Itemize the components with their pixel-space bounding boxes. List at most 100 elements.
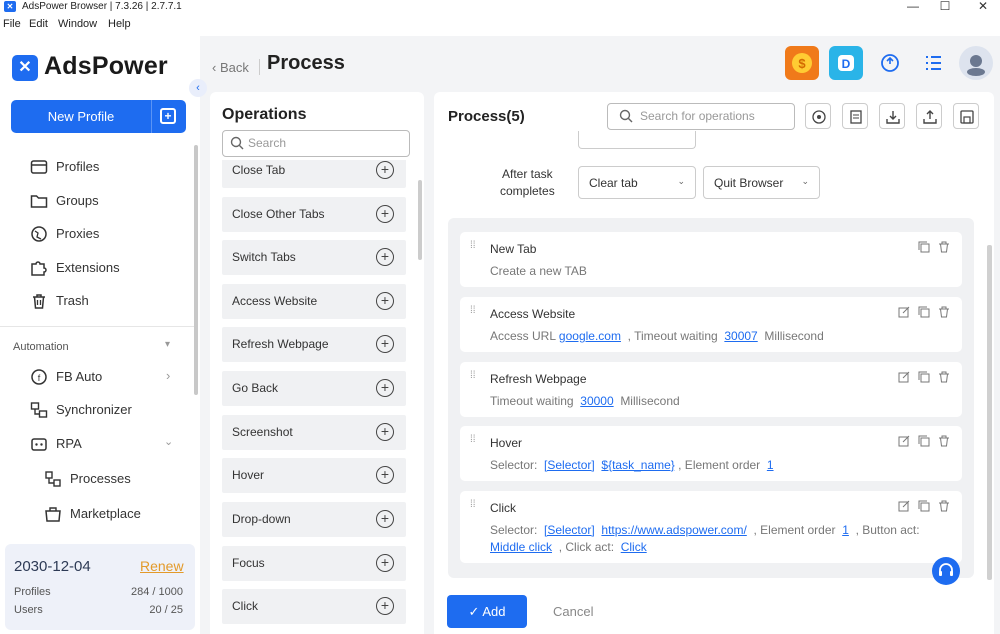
maximize-button[interactable]: ☐: [930, 0, 960, 14]
process-step[interactable]: ⁞⁞ Access Website Access URL google.com …: [460, 297, 962, 352]
process-step[interactable]: ⁞⁞ Click Selector: [Selector] https://ww…: [460, 491, 962, 563]
close-button[interactable]: ✕: [968, 0, 998, 14]
notes-icon[interactable]: [842, 103, 868, 129]
copy-icon[interactable]: [918, 500, 930, 512]
button-act-link[interactable]: Middle click: [490, 540, 552, 554]
element-order-link[interactable]: 1: [767, 458, 774, 472]
click-act-link[interactable]: Click: [621, 540, 647, 554]
drag-handle-icon[interactable]: ⁞⁞: [470, 306, 478, 321]
list-icon[interactable]: [916, 46, 950, 80]
operation-item[interactable]: Switch Tabs +: [222, 240, 406, 275]
delete-icon[interactable]: [938, 500, 950, 512]
add-operation-icon[interactable]: +: [376, 423, 394, 441]
process-step[interactable]: ⁞⁞ New Tab Create a new TAB: [460, 232, 962, 287]
add-label: Add: [482, 604, 506, 619]
run-button[interactable]: [805, 103, 831, 129]
after-task-browser-select[interactable]: Quit Browser ⌄: [703, 166, 820, 199]
menu-file[interactable]: File: [3, 18, 21, 30]
collapse-sidebar-icon[interactable]: ‹: [189, 79, 207, 97]
copy-icon[interactable]: [918, 241, 930, 253]
minimize-button[interactable]: —: [898, 0, 928, 14]
operation-item[interactable]: Close Tab +: [222, 160, 406, 188]
operation-item[interactable]: Access Website +: [222, 284, 406, 319]
operation-item[interactable]: Go Back +: [222, 371, 406, 406]
selector-type-link[interactable]: [Selector]: [544, 523, 595, 537]
operation-item[interactable]: Screenshot +: [222, 415, 406, 450]
delete-icon[interactable]: [938, 371, 950, 383]
after-task-tab-select[interactable]: Clear tab ⌄: [578, 166, 696, 199]
operation-item[interactable]: Drop-down +: [222, 502, 406, 537]
process-step[interactable]: ⁞⁞ Hover Selector: [Selector] ${task_nam…: [460, 426, 962, 481]
sync-app-icon[interactable]: D: [829, 46, 863, 80]
update-icon[interactable]: [873, 46, 907, 80]
customer-service-icon[interactable]: [932, 557, 960, 585]
operation-item[interactable]: Close Other Tabs +: [222, 197, 406, 232]
select-partial[interactable]: [578, 131, 696, 149]
operation-item[interactable]: Hover +: [222, 458, 406, 493]
operation-item[interactable]: Focus +: [222, 546, 406, 581]
add-operation-icon[interactable]: +: [376, 335, 394, 353]
select-value: Quit Browser: [714, 176, 784, 190]
menu-window[interactable]: Window: [58, 18, 97, 30]
operations-list: Close Tab + Close Other Tabs + Switch Tabs…: [0, 160, 424, 634]
coin-icon[interactable]: $: [785, 46, 819, 80]
drag-handle-icon[interactable]: ⁞⁞: [470, 371, 478, 386]
copy-icon[interactable]: [918, 435, 930, 447]
select-value: Clear tab: [589, 176, 638, 190]
drag-handle-icon[interactable]: ⁞⁞: [470, 435, 478, 450]
app-icon: ✕: [4, 1, 16, 12]
step-description: Access URL google.com , Timeout waiting …: [490, 329, 824, 343]
operations-scrollbar[interactable]: [418, 180, 422, 260]
import-icon[interactable]: [879, 103, 905, 129]
add-operation-icon[interactable]: +: [376, 379, 394, 397]
menu-help[interactable]: Help: [108, 18, 131, 30]
brand-name: AdsPower: [44, 52, 168, 80]
operation-label: Close Tab: [232, 163, 286, 177]
drag-handle-icon[interactable]: ⁞⁞: [470, 500, 478, 515]
add-operation-icon[interactable]: +: [376, 161, 394, 179]
add-button[interactable]: ✓ Add: [447, 595, 527, 628]
timeout-link[interactable]: 30007: [724, 329, 757, 343]
add-operation-icon[interactable]: +: [376, 248, 394, 266]
back-button[interactable]: ‹ Back: [212, 60, 249, 75]
delete-icon[interactable]: [938, 435, 950, 447]
url-link[interactable]: google.com: [559, 329, 621, 343]
drag-handle-icon[interactable]: ⁞⁞: [470, 241, 478, 256]
cancel-button[interactable]: Cancel: [553, 604, 593, 619]
svg-text:$: $: [798, 56, 806, 71]
batch-add-icon[interactable]: +: [160, 108, 176, 124]
copy-icon[interactable]: [918, 371, 930, 383]
add-operation-icon[interactable]: +: [376, 466, 394, 484]
edit-icon[interactable]: [898, 435, 910, 447]
copy-icon[interactable]: [918, 306, 930, 318]
operation-label: Drop-down: [232, 512, 291, 526]
new-profile-label[interactable]: New Profile: [11, 100, 151, 133]
edit-icon[interactable]: [898, 306, 910, 318]
export-icon[interactable]: [916, 103, 942, 129]
operation-item[interactable]: Refresh Webpage +: [222, 327, 406, 362]
delete-icon[interactable]: [938, 306, 950, 318]
selector-link[interactable]: https://www.adspower.com/: [601, 523, 746, 537]
operation-item[interactable]: Click +: [222, 589, 406, 624]
add-operation-icon[interactable]: +: [376, 554, 394, 572]
add-operation-icon[interactable]: +: [376, 205, 394, 223]
save-icon[interactable]: [953, 103, 979, 129]
chevron-left-icon: ‹: [212, 60, 220, 75]
adspower-logo-icon: ✕: [12, 55, 38, 81]
back-label: Back: [219, 60, 249, 75]
add-operation-icon[interactable]: +: [376, 292, 394, 310]
selector-type-link[interactable]: [Selector]: [544, 458, 595, 472]
edit-icon[interactable]: [898, 500, 910, 512]
add-operation-icon[interactable]: +: [376, 510, 394, 528]
timeout-link[interactable]: 30000: [580, 394, 613, 408]
avatar[interactable]: [959, 46, 993, 80]
menu-edit[interactable]: Edit: [29, 18, 48, 30]
edit-icon[interactable]: [898, 371, 910, 383]
operations-title: Operations: [222, 106, 307, 123]
selector-link[interactable]: ${task_name}: [601, 458, 674, 472]
delete-icon[interactable]: [938, 241, 950, 253]
add-operation-icon[interactable]: +: [376, 597, 394, 615]
process-scrollbar[interactable]: [987, 245, 992, 580]
process-step[interactable]: ⁞⁞ Refresh Webpage Timeout waiting 30000…: [460, 362, 962, 417]
element-order-link[interactable]: 1: [842, 523, 849, 537]
